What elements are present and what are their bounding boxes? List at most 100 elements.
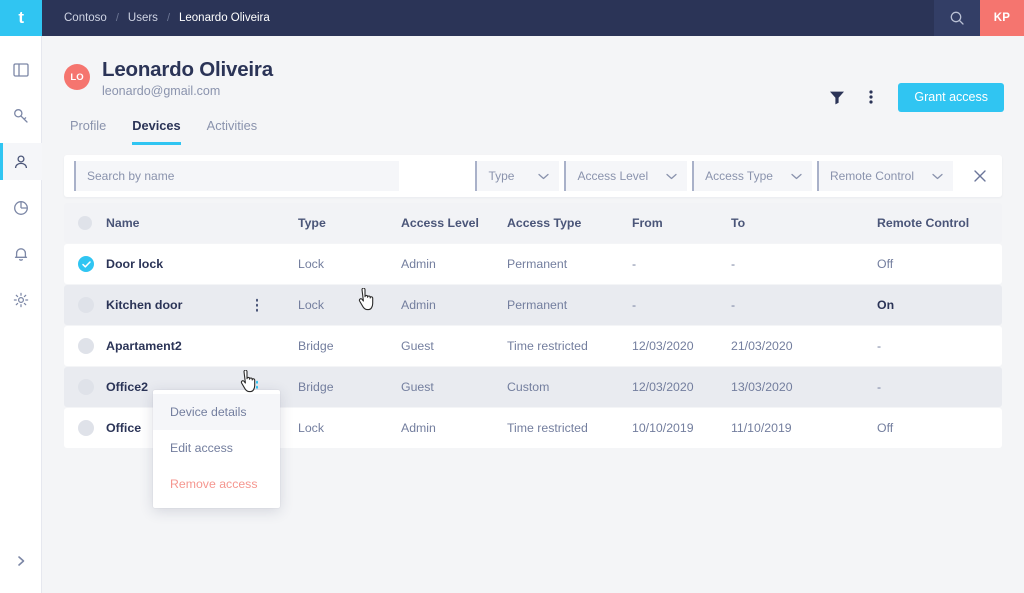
table-row[interactable]: Apartament2 Bridge Guest Time restricted… — [64, 326, 1002, 367]
more-vertical-icon — [869, 89, 873, 105]
column-header-name: Name — [106, 216, 140, 231]
cell-from: 12/03/2020 — [632, 339, 694, 354]
tab-activities[interactable]: Activities — [207, 118, 258, 145]
cell-type: Bridge — [298, 339, 334, 354]
gear-icon — [12, 291, 30, 309]
cell-access-type: Time restricted — [507, 421, 588, 436]
context-menu-item-edit-access[interactable]: Edit access — [153, 430, 280, 466]
search-icon — [949, 10, 965, 26]
sidebar — [0, 36, 42, 593]
sidebar-item-dashboard[interactable] — [0, 51, 42, 88]
column-header-access-type: Access Type — [507, 216, 582, 231]
tab-profile[interactable]: Profile — [70, 118, 106, 145]
cell-type: Lock — [298, 298, 324, 313]
grant-access-button[interactable]: Grant access — [898, 82, 1004, 112]
breadcrumb-item-current: Leonardo Oliveira — [179, 12, 270, 24]
clear-filters-button[interactable] — [958, 161, 1002, 191]
sidebar-item-notifications[interactable] — [0, 235, 42, 272]
row-select-checkbox[interactable] — [78, 379, 94, 396]
cell-to: 13/03/2020 — [731, 380, 793, 395]
chevron-down-icon — [538, 173, 550, 180]
filter-access-type[interactable]: Access Type — [692, 161, 812, 192]
cell-access-level: Admin — [401, 298, 436, 313]
filter-remote-control[interactable]: Remote Control — [816, 161, 953, 192]
breadcrumb-separator: / — [166, 12, 170, 24]
cell-access-type: Time restricted — [507, 339, 588, 354]
user-icon — [12, 153, 30, 171]
app-logo[interactable]: t — [0, 0, 42, 36]
cell-remote-control: Off — [877, 257, 894, 272]
global-search-button[interactable] — [934, 0, 980, 36]
row-select-checkbox[interactable] — [78, 297, 94, 314]
account-initials: KP — [993, 12, 1011, 24]
chevron-down-icon — [791, 173, 802, 180]
cell-to: - — [731, 298, 736, 313]
cell-access-level: Admin — [401, 421, 436, 436]
cell-access-type: Custom — [507, 380, 550, 395]
column-header-from: From — [632, 216, 663, 231]
table-body: Door lock Lock Admin Permanent - - Off K… — [64, 244, 1002, 509]
sidebar-item-keys[interactable] — [0, 97, 42, 134]
column-header-access-level: Access Level — [401, 216, 479, 231]
cell-to: 11/10/2019 — [731, 421, 792, 436]
filter-bar: Type Access Level Access Type Remote Con… — [64, 155, 1002, 198]
cell-remote-control: Off — [877, 421, 894, 436]
context-menu-item-remove-access[interactable]: Remove access — [153, 466, 280, 502]
breadcrumb-item-users[interactable]: Users — [128, 12, 158, 24]
row-menu-button[interactable] — [250, 298, 264, 312]
cell-access-level: Guest — [401, 339, 434, 354]
logo-letter: t — [18, 8, 24, 27]
breadcrumb: Contoso / Users / Leonardo Oliveira — [42, 0, 270, 36]
row-select-checkbox[interactable] — [78, 338, 94, 355]
column-header-to: To — [731, 216, 746, 231]
search-input[interactable] — [87, 169, 399, 184]
tab-devices[interactable]: Devices — [132, 118, 181, 146]
cell-type: Lock — [298, 257, 324, 272]
cell-type: Lock — [298, 421, 324, 436]
cell-name: Kitchen door — [106, 298, 183, 313]
cell-from: 10/10/2019 — [632, 421, 694, 436]
column-header-type: Type — [298, 216, 326, 231]
sidebar-item-analytics[interactable] — [0, 189, 42, 226]
pie-chart-icon — [12, 199, 30, 217]
row-select-checkbox[interactable] — [78, 256, 94, 273]
close-icon — [972, 168, 988, 184]
breadcrumb-item-contoso[interactable]: Contoso — [64, 12, 107, 24]
context-menu-item-device-details[interactable]: Device details — [153, 394, 280, 431]
cell-remote-control: - — [877, 339, 882, 354]
top-bar: t Contoso / Users / Leonardo Oliveira KP — [0, 0, 1024, 36]
filter-funnel-icon — [829, 90, 845, 105]
row-context-menu: Device details Edit access Remove access — [153, 390, 280, 509]
filter-type-label: Type — [488, 169, 515, 184]
select-all-indicator[interactable] — [78, 216, 92, 231]
sidebar-expand-button[interactable] — [0, 542, 42, 579]
avatar-initials: LO — [70, 71, 84, 83]
devices-panel: Type Access Level Access Type Remote Con… — [64, 155, 1002, 509]
cell-type: Bridge — [298, 380, 334, 395]
cell-remote-control: On — [877, 298, 895, 313]
chevron-down-icon — [932, 173, 943, 180]
column-header-remote-control: Remote Control — [877, 216, 970, 231]
page-header: LO Leonardo Oliveira leonardo@gmail.com — [42, 36, 1024, 146]
cell-from: - — [632, 257, 637, 272]
table-row[interactable]: Door lock Lock Admin Permanent - - Off — [64, 244, 1002, 285]
user-email: leonardo@gmail.com — [102, 84, 221, 99]
more-options-button[interactable] — [856, 82, 886, 112]
tab-bar: Profile Devices Activities — [70, 118, 1002, 146]
filter-access-level[interactable]: Access Level — [564, 161, 688, 192]
table-row[interactable]: Kitchen door Lock Admin Permanent - - On — [64, 285, 1002, 326]
table-header: Name Type Access Level Access Type From … — [64, 203, 1002, 244]
cell-access-level: Admin — [401, 257, 436, 272]
filter-access-type-label: Access Type — [705, 169, 773, 184]
account-avatar[interactable]: KP — [980, 0, 1024, 36]
row-select-checkbox[interactable] — [78, 420, 94, 437]
filter-access-level-label: Access Level — [577, 169, 649, 184]
filter-type[interactable]: Type — [475, 161, 560, 192]
layout-panel-icon — [12, 61, 30, 79]
sidebar-item-settings[interactable] — [0, 281, 42, 318]
key-icon — [12, 107, 30, 125]
sidebar-item-users[interactable] — [0, 143, 42, 180]
search-field-wrapper[interactable] — [74, 161, 399, 192]
main-content: LO Leonardo Oliveira leonardo@gmail.com — [42, 36, 1024, 593]
filter-button[interactable] — [822, 82, 852, 112]
